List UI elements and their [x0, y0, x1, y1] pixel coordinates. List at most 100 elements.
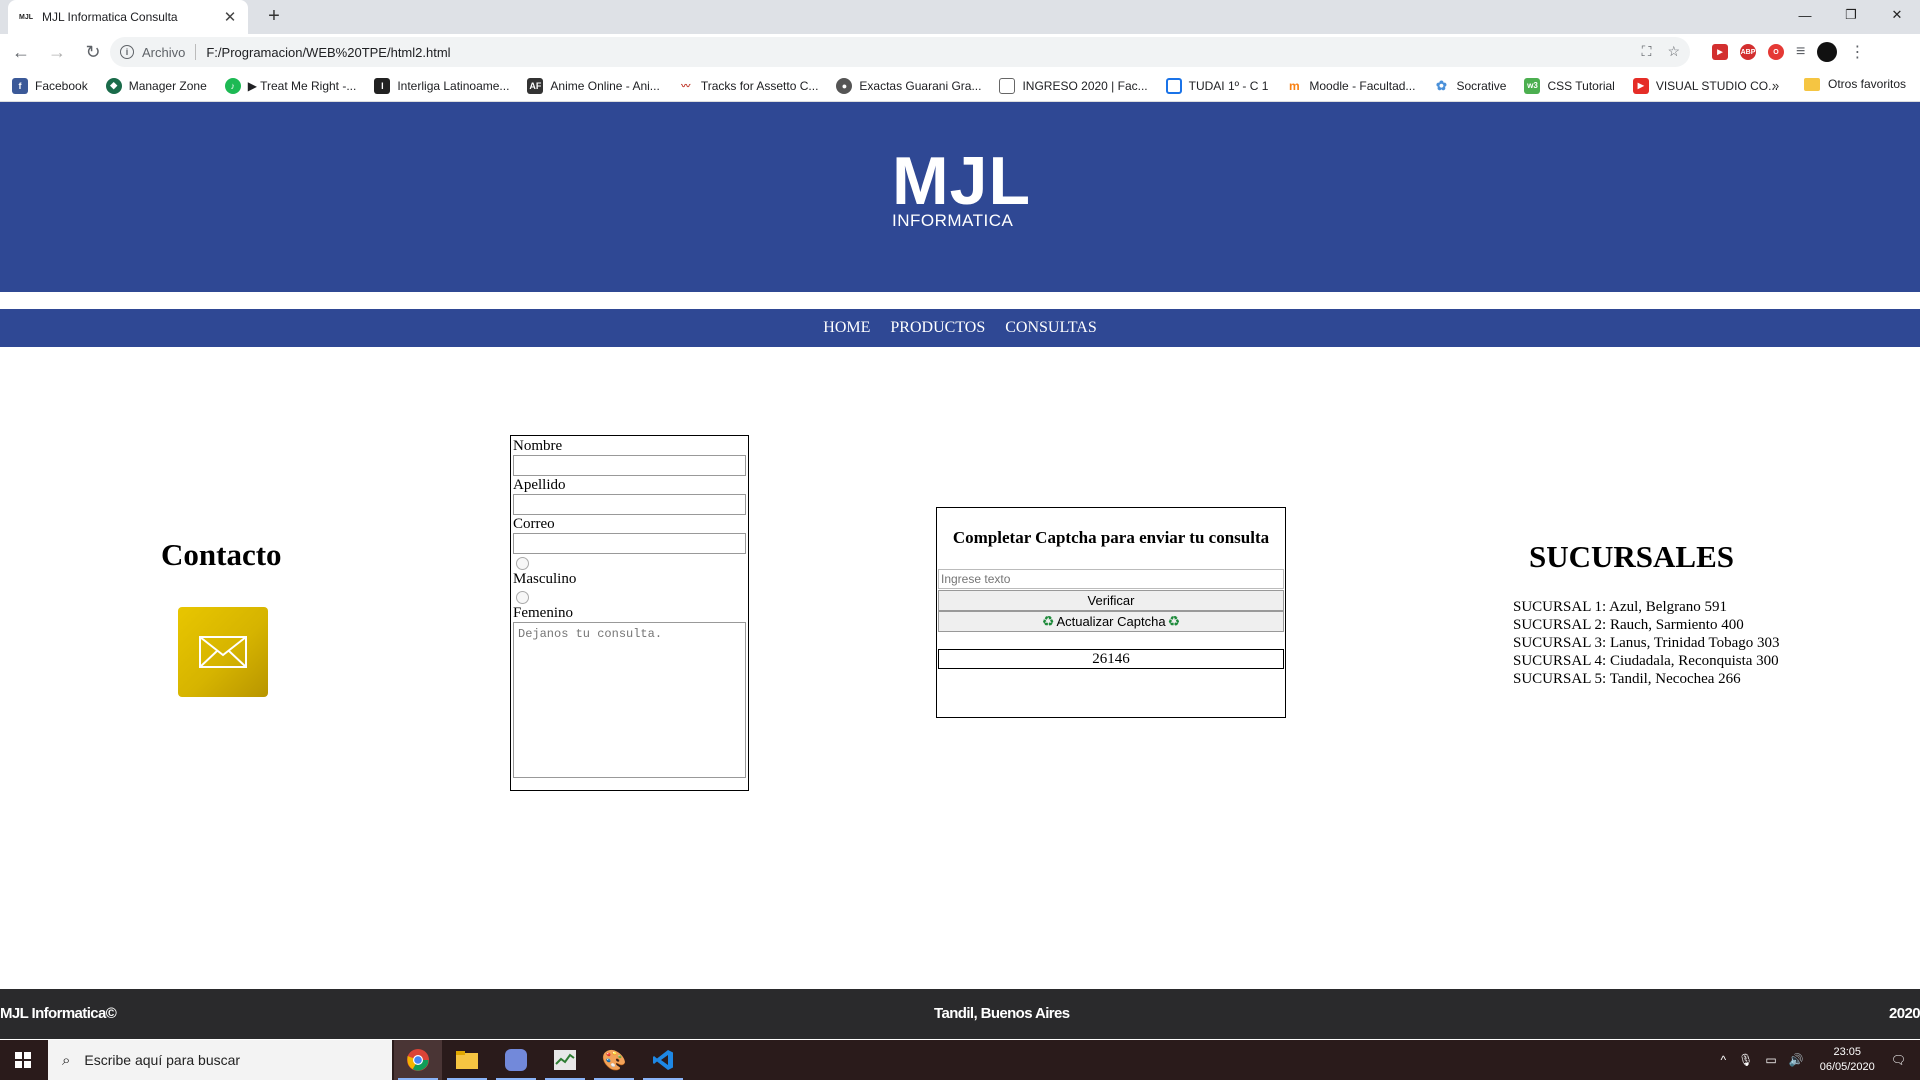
system-tray: ^ 🎙 ▭ 🔊 23:05 06/05/2020 🗨 [1715, 1040, 1920, 1080]
bookmark-assetto-tracks[interactable]: 〰 Tracks for Assetto C... [678, 78, 818, 94]
interliga-icon: I [374, 77, 391, 94]
race-tracks-icon: 〰 [681, 81, 691, 91]
browser-toolbar: ← → ↻ i Archivo F:/Programacion/WEB%20TP… [0, 34, 1920, 70]
site-logo[interactable]: MJL INFORMATICA [892, 143, 1042, 230]
adblock-icon[interactable]: ABP [1740, 44, 1756, 60]
footer-location: Tandil, Buenos Aires [934, 1005, 1070, 1022]
vscode-icon [653, 1050, 673, 1070]
tab-close-icon[interactable]: ✕ [222, 8, 238, 26]
classroom-icon [1165, 77, 1182, 94]
taskbar-search[interactable]: ⌕ Escribe aquí para buscar [48, 1040, 392, 1080]
captcha-input[interactable] [938, 569, 1284, 589]
forward-icon[interactable]: → [42, 37, 72, 67]
opera-icon[interactable]: O [1768, 44, 1784, 60]
reload-icon[interactable]: ↻ [78, 37, 108, 67]
address-url[interactable]: F:/Programacion/WEB%20TPE/html2.html [206, 45, 450, 60]
paint-icon: 🎨 [601, 1049, 627, 1072]
envelope-icon [199, 636, 247, 668]
bookmark-visual-studio[interactable]: ▶ VISUAL STUDIO CO... [1632, 77, 1778, 94]
address-divider [195, 44, 197, 60]
search-icon: ⌕ [62, 1051, 71, 1069]
browser-tabstrip: MJL MJL Informatica Consulta ✕ + — ❐ ✕ [0, 0, 1920, 34]
tray-chevron-icon[interactable]: ^ [1721, 1053, 1727, 1067]
bookmark-guarani[interactable]: ● Exactas Guarani Gra... [836, 77, 981, 94]
bookmark-interliga[interactable]: I Interliga Latinoame... [374, 77, 509, 94]
consulta-textarea[interactable] [513, 622, 746, 778]
correo-label: Correo [513, 516, 555, 532]
bookmark-tudai[interactable]: TUDAI 1º - C 1 [1165, 77, 1268, 94]
notifications-icon[interactable]: 🗨 [1891, 1053, 1906, 1067]
femenino-radio[interactable] [516, 591, 529, 604]
bookmark-css-tutorial[interactable]: w3 CSS Tutorial [1524, 77, 1615, 94]
nombre-input[interactable] [513, 455, 746, 476]
verify-button[interactable]: Verificar [938, 590, 1284, 611]
bookmark-ingreso-2020[interactable]: INGRESO 2020 | Fac... [999, 77, 1148, 94]
captcha-title: Completar Captcha para enviar tu consult… [952, 528, 1270, 547]
bookmark-socrative[interactable]: ✿ Socrative [1433, 78, 1506, 94]
restore-icon[interactable]: ❐ [1828, 0, 1874, 30]
bookmarks-overflow-icon[interactable]: » [1772, 78, 1779, 93]
captcha-code: 26146 [938, 649, 1284, 669]
correo-input[interactable] [513, 533, 746, 554]
window-controls: — ❐ ✕ [1782, 0, 1920, 30]
system-clock[interactable]: 23:05 06/05/2020 [1820, 1045, 1875, 1075]
taskbar-discord[interactable] [492, 1040, 540, 1080]
apellido-input[interactable] [513, 494, 746, 515]
captcha-box: Completar Captcha para enviar tu consult… [936, 507, 1286, 718]
taskbar-file-explorer[interactable] [443, 1040, 491, 1080]
back-icon[interactable]: ← [6, 37, 36, 67]
translate-icon[interactable]: ⛶ [1642, 43, 1652, 60]
masculino-radio[interactable] [516, 557, 529, 570]
refresh-captcha-label: Actualizar Captcha [1056, 614, 1166, 629]
nav-consultas[interactable]: CONSULTAS [1005, 319, 1096, 337]
clock-date: 06/05/2020 [1819, 1061, 1875, 1073]
mail-icon[interactable] [178, 607, 268, 697]
tab-title: MJL Informatica Consulta [42, 10, 178, 24]
taskbar-vscode[interactable] [639, 1040, 687, 1080]
nav-productos[interactable]: PRODUCTOS [890, 319, 985, 337]
address-bar[interactable]: i Archivo F:/Programacion/WEB%20TPE/html… [110, 37, 1690, 67]
chrome-menu-icon[interactable]: ⋮ [1849, 42, 1865, 62]
extension-red-icon[interactable]: ▶ [1712, 44, 1728, 60]
microphone-icon[interactable]: 🎙 [1738, 1053, 1753, 1067]
omnibox-actions: ⛶ ☆ [1642, 43, 1680, 60]
bookmark-spotify[interactable]: ♪ ▶ Treat Me Right -... [224, 77, 356, 94]
taskbar-chrome[interactable] [394, 1040, 442, 1080]
logo-main-text: MJL [892, 143, 1031, 219]
footer-year: 2020 [1889, 1005, 1920, 1022]
windows-start-icon[interactable] [0, 1040, 46, 1080]
contact-title: Contacto [161, 537, 282, 572]
taskbar-task-manager[interactable] [541, 1040, 589, 1080]
bookmark-anime-online[interactable]: AF Anime Online - Ani... [527, 77, 660, 94]
nav-home[interactable]: HOME [823, 319, 870, 337]
sucursal-item: SUCURSAL 2: Rauch, Sarmiento 400 [1513, 617, 1744, 633]
spotify-icon: ♪ [224, 77, 241, 94]
main-nav: HOME PRODUCTOS CONSULTAS [0, 309, 1920, 347]
clock-time: 23:05 [1833, 1046, 1861, 1058]
volume-icon[interactable]: 🔊 [1789, 1053, 1804, 1067]
window-close-icon[interactable]: ✕ [1874, 0, 1920, 30]
network-icon[interactable]: ▭ [1765, 1053, 1776, 1067]
bookmark-star-icon[interactable]: ☆ [1667, 43, 1680, 60]
site-info-icon[interactable]: i [120, 45, 134, 59]
bookmark-manager-zone[interactable]: ◆ Manager Zone [105, 77, 207, 94]
femenino-label: Femenino [513, 605, 573, 621]
bookmark-moodle[interactable]: m Moodle - Facultad... [1286, 78, 1415, 94]
sucursales-title: SUCURSALES [1529, 539, 1735, 574]
other-bookmarks[interactable]: Otros favoritos [1804, 77, 1906, 91]
recycle-icon: ♻ [1167, 613, 1181, 629]
manager-zone-icon: ◆ [105, 77, 122, 94]
refresh-captcha-button[interactable]: ♻ Actualizar Captcha ♻ [938, 611, 1284, 632]
anime-flv-icon: AF [527, 77, 544, 94]
taskbar-paint[interactable]: 🎨 [590, 1040, 638, 1080]
bookmarks-bar: f Facebook ◆ Manager Zone ♪ ▶ Treat Me Righ… [0, 70, 1920, 102]
tab-favicon-icon: MJL [19, 13, 33, 21]
profile-avatar[interactable] [1817, 42, 1838, 62]
new-tab-icon[interactable]: + [262, 5, 286, 28]
minimize-icon[interactable]: — [1782, 0, 1828, 30]
masculino-label: Masculino [513, 571, 577, 587]
bookmark-facebook[interactable]: f Facebook [12, 77, 88, 94]
browser-tab[interactable]: MJL MJL Informatica Consulta ✕ [8, 0, 248, 34]
extension-icons: ▶ ABP O ≡ ⋮ [1712, 42, 1865, 62]
media-controls-icon[interactable]: ≡ [1796, 43, 1805, 61]
